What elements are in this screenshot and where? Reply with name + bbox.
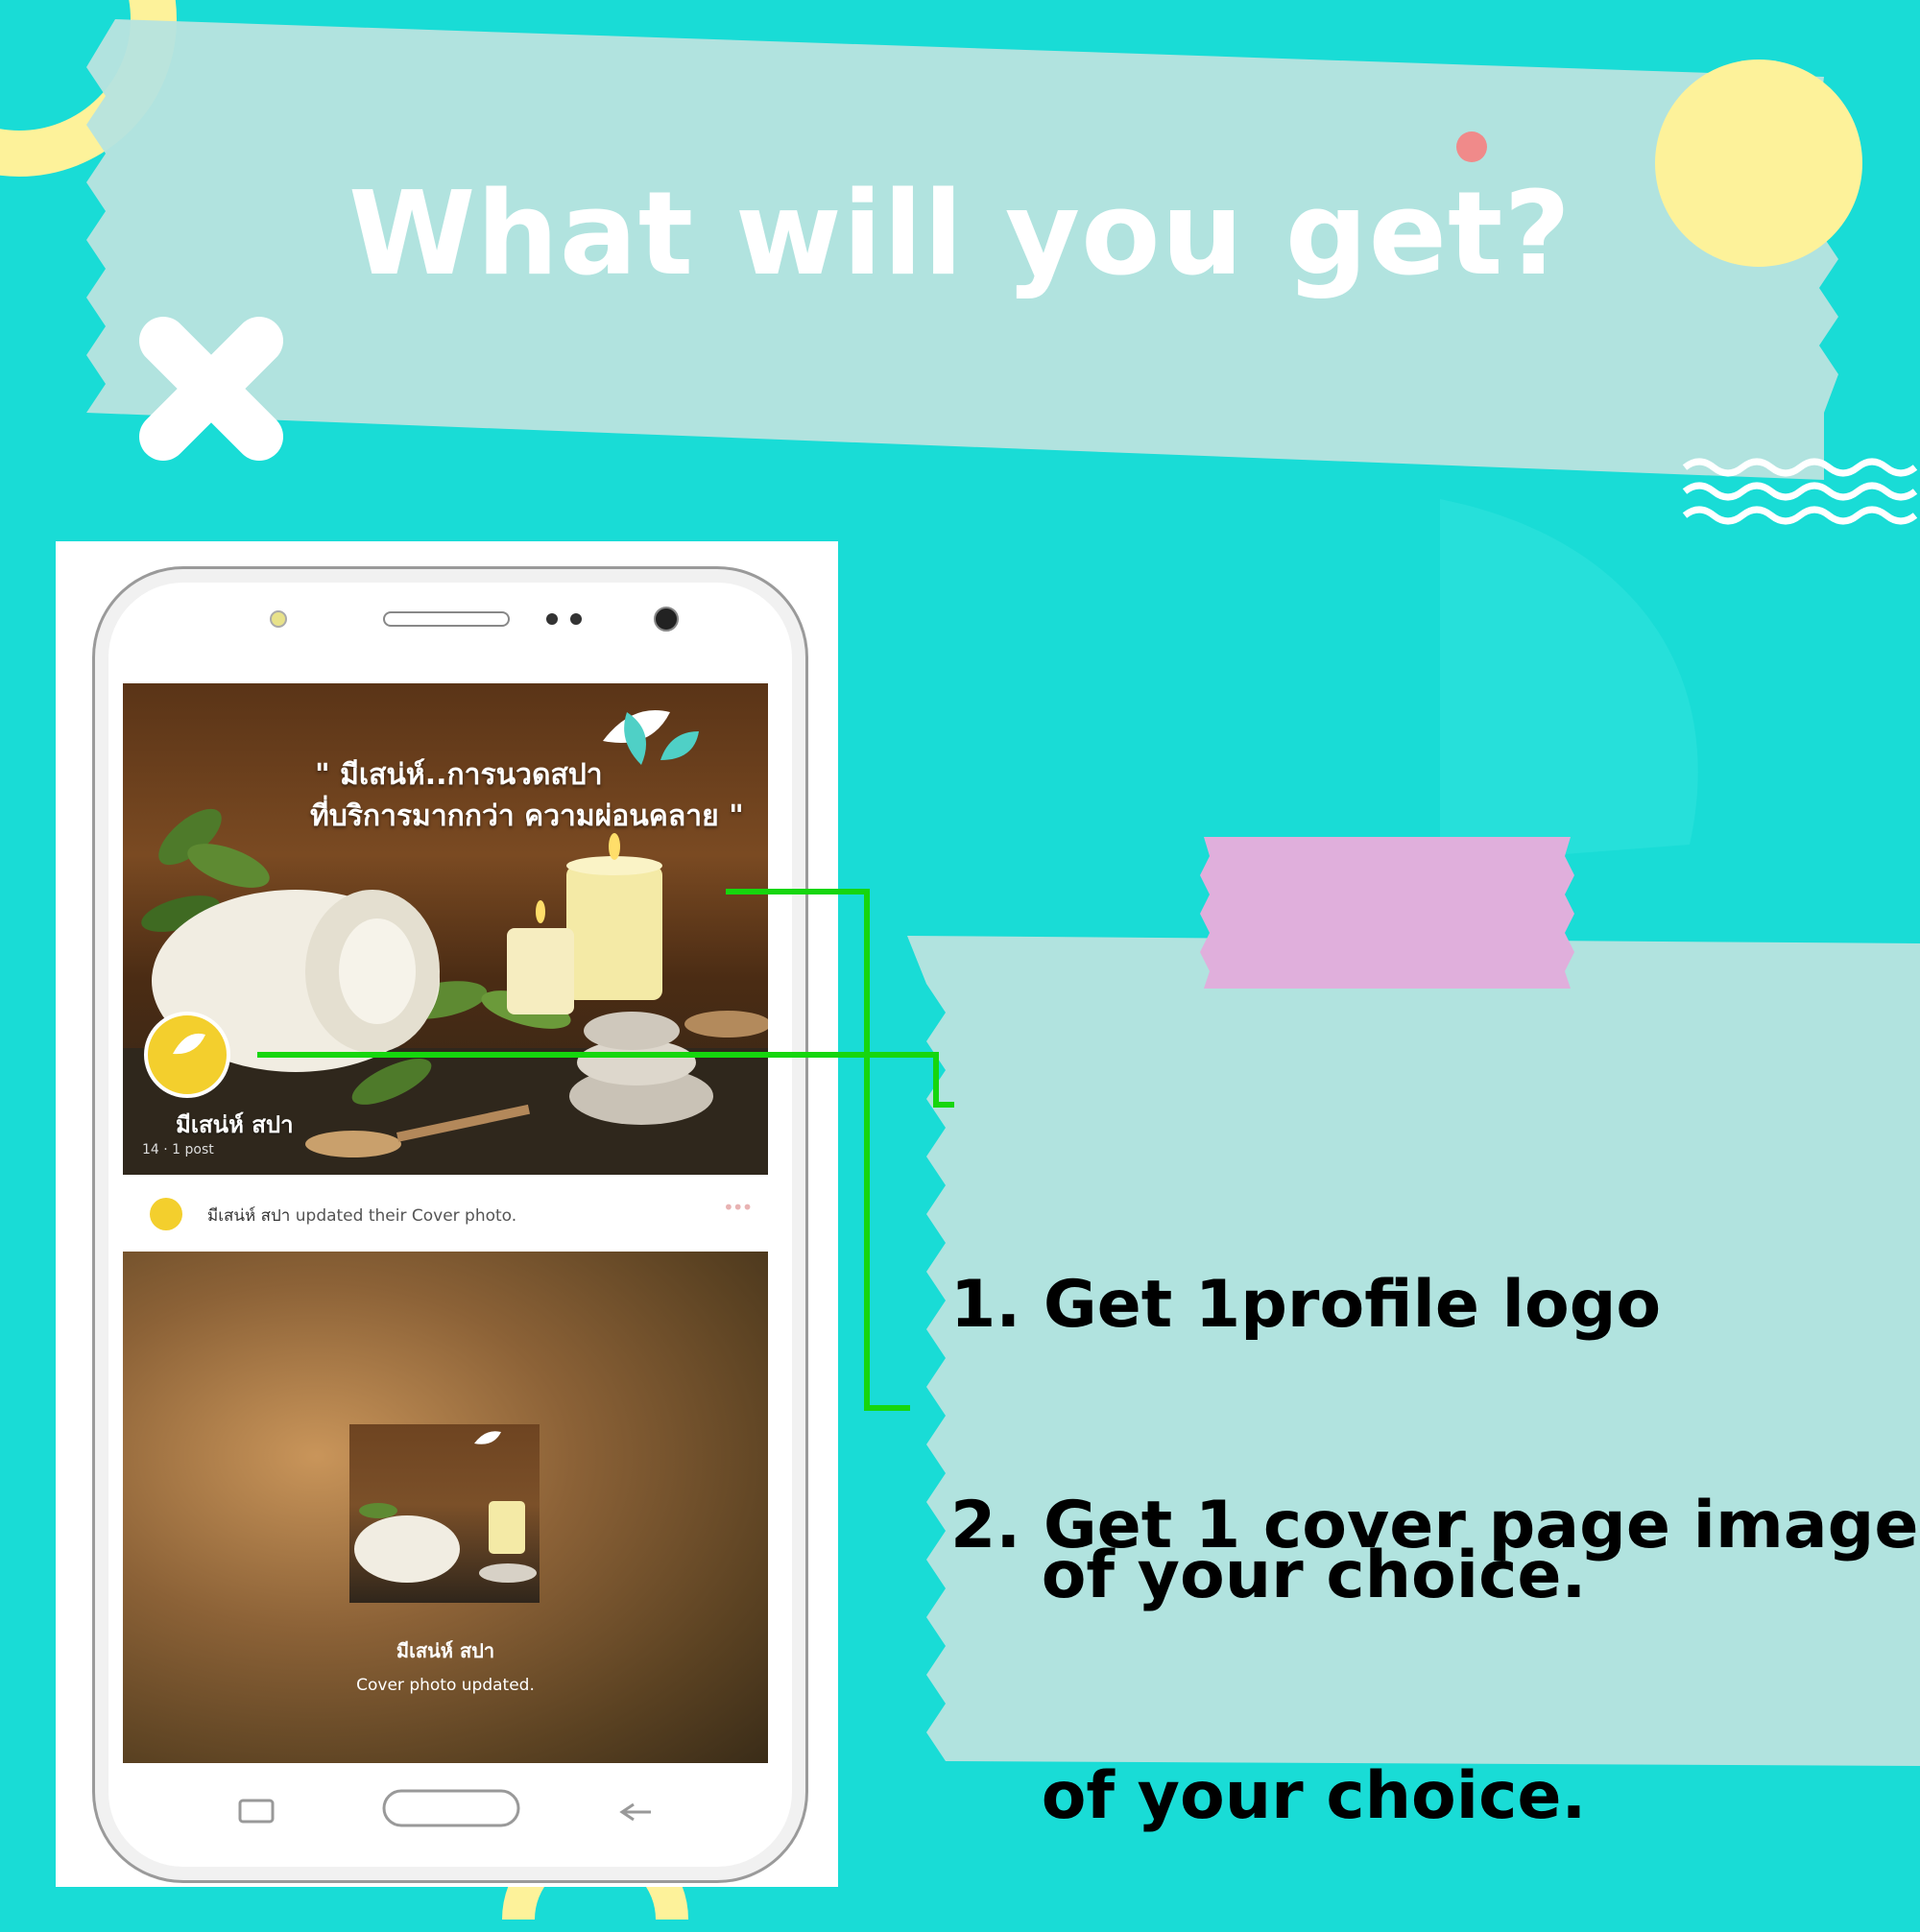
pink-tape [1200, 837, 1574, 989]
post-image[interactable]: มีเสน่ห์ สปา Cover photo updated. [123, 1252, 768, 1763]
cover-slogan-line1: " มีเสน่ห์..การนวดสปา [315, 758, 603, 792]
cover-photo: " มีเสน่ห์..การนวดสปา ที่บริการมากกว่า ค… [123, 683, 768, 1175]
post-author[interactable]: มีเสน่ห์ สปา [396, 1639, 494, 1662]
cover-thumbnail [349, 1424, 540, 1603]
background-blob [1440, 499, 1698, 864]
connector-logo-vertical [933, 1052, 939, 1106]
more-options-icon[interactable]: ••• [723, 1196, 753, 1219]
x-cross-icon [139, 317, 283, 461]
leaf-logo-icon [173, 1033, 205, 1055]
page-name[interactable]: มีเสน่ห์ สปา [176, 1106, 294, 1143]
front-camera-icon [654, 607, 679, 632]
phone-bottom-buttons [238, 1789, 651, 1827]
speaker-grille-icon [383, 611, 510, 627]
benefit-item-2-line1: 2. Get 1 cover page image [950, 1488, 1919, 1563]
cover-slogan-line2: ที่บริการมากกว่า ความผ่อนคลาย " [310, 799, 744, 833]
page-title: What will you get? [348, 168, 1572, 301]
home-button [382, 1789, 520, 1827]
connector-cover-vertical [864, 889, 870, 1411]
connector-cover-bottom [864, 1405, 910, 1411]
connector-logo-horizontal [257, 1052, 939, 1058]
update-text: มีเสน่ห์ สปา updated their Cover photo. [207, 1203, 516, 1228]
yellow-circle-icon [1655, 60, 1862, 267]
wavy-lines-icon [1682, 458, 1918, 525]
profile-logo[interactable] [144, 1012, 230, 1098]
post-caption-block: มีเสน่ห์ สปา Cover photo updated. [123, 1635, 768, 1695]
update-row[interactable]: มีเสน่ห์ สปา updated their Cover photo. … [123, 1175, 768, 1252]
proximity-sensor-icon [270, 610, 287, 628]
connector-cover-top [726, 889, 870, 894]
phone-top-hardware [270, 607, 679, 632]
connector-logo-end [933, 1102, 954, 1108]
benefit-item-2: 2. Get 1 cover page image of your choice… [950, 1300, 1918, 1932]
update-author[interactable]: มีเสน่ห์ สปา [207, 1206, 290, 1226]
back-button [619, 1802, 651, 1822]
post-caption: Cover photo updated. [356, 1676, 535, 1695]
red-dot-icon [1456, 131, 1487, 162]
page-stats: 14 · 1 post [142, 1142, 214, 1157]
phone-screen: " มีเสน่ห์..การนวดสปา ที่บริการมากกว่า ค… [123, 683, 768, 1763]
avatar[interactable] [150, 1198, 182, 1230]
recent-apps-button [238, 1799, 275, 1824]
thumbnail-scene-image [354, 1431, 537, 1583]
update-message: updated their Cover photo. [290, 1206, 517, 1226]
benefit-item-2-line2: of your choice. [950, 1758, 1587, 1834]
